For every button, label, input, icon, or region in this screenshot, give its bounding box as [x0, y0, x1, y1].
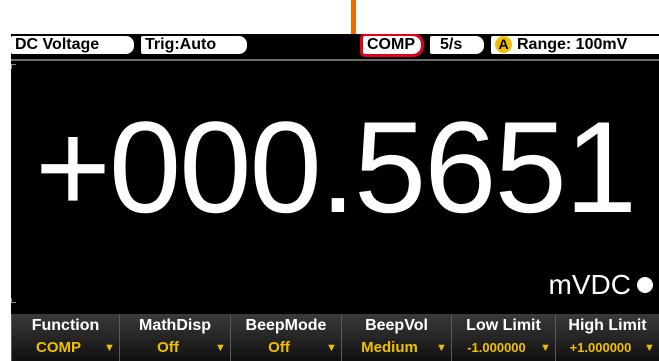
softkey-beepvol[interactable]: BeepVol Medium ▼	[341, 314, 451, 361]
softkey-label: BeepMode	[245, 317, 327, 334]
reading-unit: mVDC	[548, 269, 631, 300]
mode-label: DC Voltage	[15, 36, 100, 53]
chevron-down-icon: ▼	[436, 342, 447, 354]
softkey-bar: Function COMP ▼ MathDisp Off ▼ BeepMode …	[11, 314, 659, 361]
chevron-down-icon: ▼	[540, 342, 551, 354]
softkey-value: Medium	[361, 339, 418, 356]
chevron-down-icon: ▼	[215, 342, 226, 354]
softkey-label: Low Limit	[466, 317, 541, 334]
softkey-function[interactable]: Function COMP ▼	[11, 314, 119, 361]
rate-indicator: 5/s	[430, 36, 484, 54]
status-bar: DC Voltage Trig:Auto COMP 5/s A Range: 1…	[11, 34, 659, 59]
comp-indicator: COMP	[360, 34, 424, 57]
softkey-low-limit[interactable]: Low Limit -1.000000 ▼	[451, 314, 555, 361]
softkey-label: Function	[31, 317, 100, 334]
softkey-value: Off	[268, 339, 290, 356]
softkey-label: High Limit	[568, 317, 647, 334]
softkey-beepmode[interactable]: BeepMode Off ▼	[230, 314, 341, 361]
softkey-value: COMP	[36, 339, 81, 356]
frame-corner	[11, 298, 16, 303]
status-dot-icon	[637, 277, 653, 293]
auto-range-icon: A	[495, 36, 512, 53]
chevron-down-icon: ▼	[644, 342, 655, 354]
softkey-value: +1.000000	[569, 340, 632, 355]
frame-corner	[11, 64, 16, 69]
main-reading: +000.5651	[35, 94, 637, 240]
trigger-label: Trig:Auto	[145, 36, 217, 53]
trigger-indicator: Trig:Auto	[141, 36, 247, 54]
comp-label: COMP	[367, 36, 415, 53]
chevron-down-icon: ▼	[326, 342, 337, 354]
softkey-high-limit[interactable]: High Limit +1.000000 ▼	[555, 314, 659, 361]
softkey-value: -1.000000	[467, 340, 526, 355]
softkey-label: BeepVol	[365, 317, 428, 334]
rate-label: 5/s	[440, 36, 463, 53]
softkey-mathdisp[interactable]: MathDisp Off ▼	[119, 314, 230, 361]
softkey-value: Off	[157, 339, 179, 356]
softkey-label: MathDisp	[139, 317, 211, 334]
chevron-down-icon: ▼	[104, 342, 115, 354]
mode-indicator: DC Voltage	[11, 36, 134, 54]
status-divider	[11, 59, 659, 61]
range-indicator: A Range: 100mV	[491, 36, 659, 54]
meter-display: DC Voltage Trig:Auto COMP 5/s A Range: 1…	[11, 34, 659, 361]
range-label: Range: 100mV	[517, 36, 628, 53]
